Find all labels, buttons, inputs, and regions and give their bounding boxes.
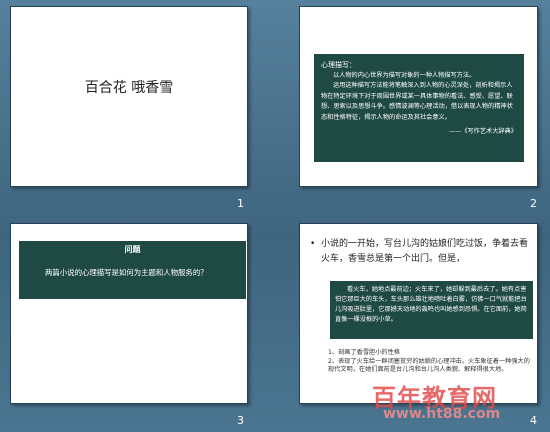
analysis-item-1: 1、刻画了香雪胆小的性格 xyxy=(328,349,400,356)
slide-number-1: 1 xyxy=(237,197,244,210)
slide-title: 百合花 哦香雪 xyxy=(84,80,174,96)
definition-line-2: 运用这种描写方法能将笔触深入到人物的心灵深处，剖析和揭示人物在特定环境下对于周围… xyxy=(321,82,513,121)
slide-number-4: 4 xyxy=(530,414,537,427)
quote-panel: 看火车，她地点最前边；火车来了，她却躲到最后去了。她有点害怕它那巨大的车头，车头… xyxy=(330,281,533,339)
watermark-url: www.ht88.com xyxy=(383,406,501,422)
bullet-item: • 小说的一开始，写台儿沟的姑娘们吃过饭，争着去看火车，香雪总是第一个出门。但是… xyxy=(310,237,534,267)
analysis-item-2: 2、表现了火车给一群闭塞贫穷的姑娘的心理冲击。火车象征着一种强大的现代文明，在她… xyxy=(328,357,530,374)
question-panel: 问题 两篇小说的心理描写是如何为主题和人物服务的？ xyxy=(19,241,246,299)
definition-heading: 心理描写： xyxy=(321,61,356,69)
definition-line-1: 以人物的内心世界为描写对象的一种人物描写方法。 xyxy=(333,71,476,79)
slide-number-3: 3 xyxy=(237,414,244,427)
bullet-text: 小说的一开始，写台儿沟的姑娘们吃过饭，争着去看火车，香雪总是第一个出门。但是， xyxy=(321,239,529,264)
slide-thumbnail-4[interactable]: • 小说的一开始，写台儿沟的姑娘们吃过饭，争着去看火车，香雪总是第一个出门。但是… xyxy=(299,223,538,404)
question-text: 两篇小说的心理描写是如何为主题和人物服务的？ xyxy=(45,268,208,277)
slide-thumbnail-2[interactable]: 心理描写： 以人物的内心世界为描写对象的一种人物描写方法。 运用这种描写方法能将… xyxy=(299,6,538,187)
question-title: 问题 xyxy=(124,244,141,254)
bullet-dot-icon: • xyxy=(310,239,316,249)
analysis-list: 1、刻画了香雪胆小的性格 2、表现了火车给一群闭塞贫穷的姑娘的心理冲击。火车象征… xyxy=(314,349,536,375)
slide-number-2: 2 xyxy=(530,197,537,210)
definition-panel: 心理描写： 以人物的内心世界为描写对象的一种人物描写方法。 运用这种描写方法能将… xyxy=(314,54,524,162)
definition-source: ——《写作艺术大辞典》 xyxy=(448,128,517,135)
slide-thumbnail-3[interactable]: 问题 两篇小说的心理描写是如何为主题和人物服务的？ xyxy=(10,223,248,404)
slide-thumbnail-1[interactable]: 百合花 哦香雪 xyxy=(10,6,248,187)
